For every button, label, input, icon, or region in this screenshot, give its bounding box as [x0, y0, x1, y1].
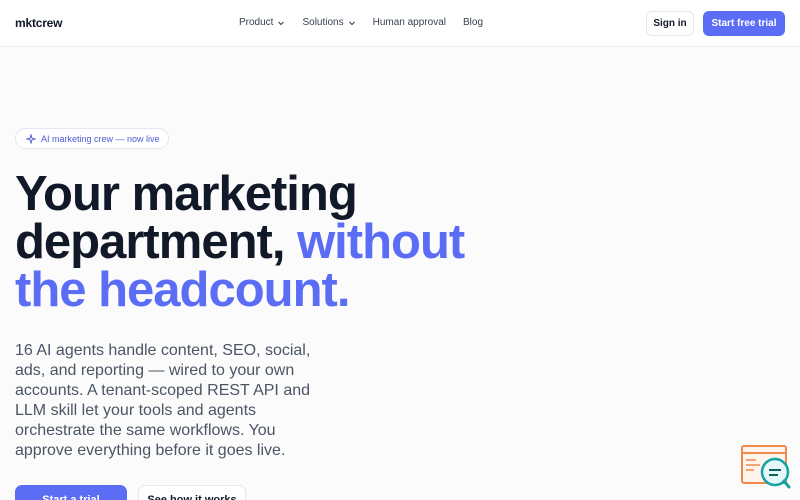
- see-how-it-works-button[interactable]: See how it works: [138, 485, 246, 500]
- headline-line-2: department,: [15, 215, 285, 269]
- chevron-down-icon: [348, 21, 355, 25]
- headline-accent-1: without: [297, 215, 465, 269]
- headline-accent-2: the headcount.: [15, 263, 350, 317]
- badge-label: AI marketing crew — now live: [41, 133, 160, 144]
- sparkle-icon: [26, 133, 36, 144]
- hero-headline: Your marketing department, without the h…: [15, 167, 575, 317]
- nav-item-label: Blog: [462, 17, 483, 28]
- nav-item-solutions[interactable]: Solutions: [302, 17, 355, 28]
- start-free-trial-button[interactable]: Start free trial: [703, 11, 785, 36]
- nav-item-blog[interactable]: Blog: [463, 17, 483, 28]
- main-nav: Product Solutions Human approval Blog: [239, 17, 500, 28]
- headline-line-1: Your marketing: [15, 167, 358, 221]
- nav-item-label: Product: [239, 17, 274, 28]
- nav-item-product[interactable]: Product: [239, 17, 285, 28]
- announcement-badge[interactable]: AI marketing crew — now live: [15, 128, 169, 149]
- chevron-down-icon: [278, 21, 285, 25]
- brand-logo[interactable]: mktcrew: [15, 16, 62, 30]
- sign-in-button[interactable]: Sign in: [646, 11, 694, 36]
- nav-item-label: Human approval: [372, 17, 446, 28]
- hero-subtext: 16 AI agents handle content, SEO, social…: [15, 342, 311, 459]
- nav-item-label: Solutions: [302, 17, 344, 28]
- top-navbar: mktcrew Product Solutions Human approval…: [0, 0, 800, 47]
- chat-support-icon: [741, 445, 791, 489]
- start-trial-button[interactable]: Start a trial: [15, 485, 127, 500]
- support-chat-widget[interactable]: [740, 444, 792, 490]
- nav-item-human-approval[interactable]: Human approval: [373, 17, 446, 28]
